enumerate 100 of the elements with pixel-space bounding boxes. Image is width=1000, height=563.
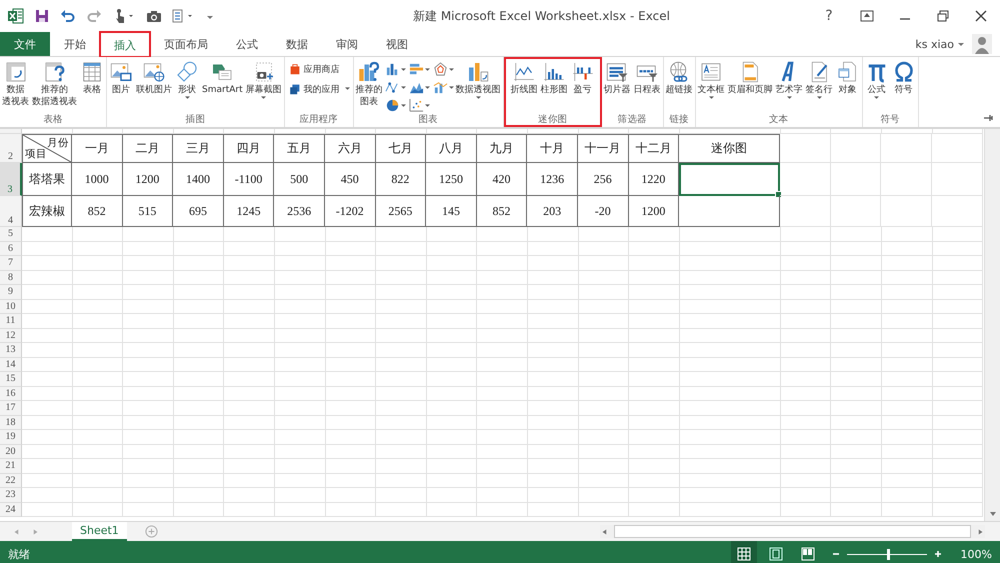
ribbon-tab[interactable]: 数据 <box>272 32 322 56</box>
grid-cell[interactable] <box>831 328 882 343</box>
grid-cell[interactable] <box>376 285 427 300</box>
grid-cell[interactable] <box>376 314 427 328</box>
grid-cell[interactable] <box>881 196 932 227</box>
grid-cell[interactable] <box>274 416 326 430</box>
grid-cell[interactable] <box>72 242 124 256</box>
ribbon-button[interactable]: 柱形图 <box>540 60 569 96</box>
grid-cell[interactable] <box>426 474 478 488</box>
grid-cell[interactable] <box>123 242 174 256</box>
grid-cell[interactable] <box>326 129 376 134</box>
grid-cell[interactable] <box>680 459 781 474</box>
grid-cell[interactable] <box>224 285 275 300</box>
grid-cell[interactable] <box>578 401 630 416</box>
grid-cell[interactable] <box>831 372 882 386</box>
grid-cell[interactable] <box>831 488 882 502</box>
ribbon-button[interactable]: 表格 <box>79 60 105 96</box>
grid-cell[interactable] <box>477 242 528 256</box>
grid-cell[interactable] <box>528 502 579 517</box>
grid-cell[interactable] <box>780 343 832 358</box>
grid-cell[interactable] <box>274 285 326 300</box>
grid-cell[interactable] <box>376 430 427 444</box>
grid-cell[interactable] <box>578 386 630 401</box>
row-number[interactable]: 17 <box>0 401 22 416</box>
grid-cell[interactable] <box>831 242 882 256</box>
grid-cell[interactable] <box>680 314 781 328</box>
grid-cell[interactable] <box>780 163 831 196</box>
grid-cell[interactable] <box>831 401 882 416</box>
grid-cell[interactable] <box>174 502 224 517</box>
grid-cell[interactable] <box>224 401 275 416</box>
grid-cell[interactable] <box>831 256 882 270</box>
row-number[interactable]: 14 <box>0 358 22 372</box>
row-number[interactable]: 10 <box>0 300 22 314</box>
grid-cell[interactable] <box>426 343 478 358</box>
grid-cell[interactable] <box>22 129 73 134</box>
row-number[interactable]: 2 <box>0 134 22 163</box>
grid-cell[interactable] <box>629 372 680 386</box>
grid-cell[interactable] <box>174 285 224 300</box>
grid-cell[interactable] <box>274 314 326 328</box>
grid-cell[interactable] <box>326 285 376 300</box>
grid-cell[interactable] <box>680 328 781 343</box>
grid-cell[interactable] <box>376 502 427 517</box>
grid-cell[interactable] <box>528 358 579 372</box>
add-sheet-icon[interactable] <box>144 525 158 538</box>
grid-cell[interactable] <box>174 129 224 134</box>
grid-cell[interactable] <box>932 343 984 358</box>
grid-cell[interactable] <box>274 227 326 242</box>
grid-cell[interactable] <box>780 358 832 372</box>
grid-cell[interactable] <box>224 242 275 256</box>
grid-cell[interactable] <box>174 270 224 285</box>
grid-cell[interactable] <box>932 285 984 300</box>
grid-cell[interactable] <box>882 459 932 474</box>
grid-cell[interactable] <box>224 300 275 314</box>
grid-cell[interactable] <box>882 488 932 502</box>
grid-cell[interactable] <box>326 227 376 242</box>
row-number[interactable]: 12 <box>0 328 22 343</box>
grid-cell[interactable] <box>72 416 124 430</box>
grid-cell[interactable] <box>578 300 630 314</box>
grid-cell[interactable] <box>224 386 275 401</box>
grid-cell[interactable] <box>72 401 124 416</box>
grid-cell[interactable] <box>477 502 528 517</box>
grid-cell[interactable] <box>274 300 326 314</box>
grid-cell[interactable] <box>578 314 630 328</box>
grid-cell[interactable] <box>274 502 326 517</box>
zoom-in-icon[interactable] <box>932 549 943 559</box>
grid-cell[interactable] <box>578 242 630 256</box>
grid-cell[interactable] <box>72 129 124 134</box>
grid-cell[interactable] <box>376 386 427 401</box>
grid-cell[interactable] <box>882 386 932 401</box>
grid-cell[interactable] <box>376 474 427 488</box>
grid-cell[interactable] <box>629 129 680 134</box>
grid-cell[interactable] <box>174 372 224 386</box>
grid-cell[interactable] <box>629 242 680 256</box>
grid-cell[interactable] <box>224 314 275 328</box>
row-number[interactable]: 6 <box>0 242 22 256</box>
ribbon-button[interactable]: 艺术字 <box>774 60 804 100</box>
grid-cell[interactable] <box>22 474 73 488</box>
grid-cell[interactable] <box>882 343 932 358</box>
grid-cell[interactable] <box>831 474 882 488</box>
grid-cell[interactable] <box>932 242 984 256</box>
camera-icon[interactable] <box>146 8 162 24</box>
grid-cell[interactable] <box>932 129 984 134</box>
grid-cell[interactable] <box>578 358 630 372</box>
grid-cell[interactable] <box>224 343 275 358</box>
grid-cell[interactable] <box>274 430 326 444</box>
ribbon-tab[interactable]: 文件 <box>0 32 50 56</box>
grid-cell[interactable] <box>426 401 478 416</box>
vertical-scrollbar[interactable] <box>984 129 1000 521</box>
ribbon-button[interactable]: 推荐的图表 <box>354 60 384 108</box>
grid-cell[interactable] <box>528 372 579 386</box>
grid-cell[interactable] <box>274 372 326 386</box>
grid-cell[interactable] <box>426 358 478 372</box>
grid-cell[interactable] <box>528 430 579 444</box>
grid-cell[interactable] <box>780 196 831 227</box>
row-number[interactable]: 9 <box>0 285 22 300</box>
grid-cell[interactable] <box>477 129 528 134</box>
grid-cell[interactable] <box>680 444 781 459</box>
grid-cell[interactable] <box>274 488 326 502</box>
row-number[interactable]: 7 <box>0 256 22 270</box>
grid-cell[interactable] <box>326 328 376 343</box>
